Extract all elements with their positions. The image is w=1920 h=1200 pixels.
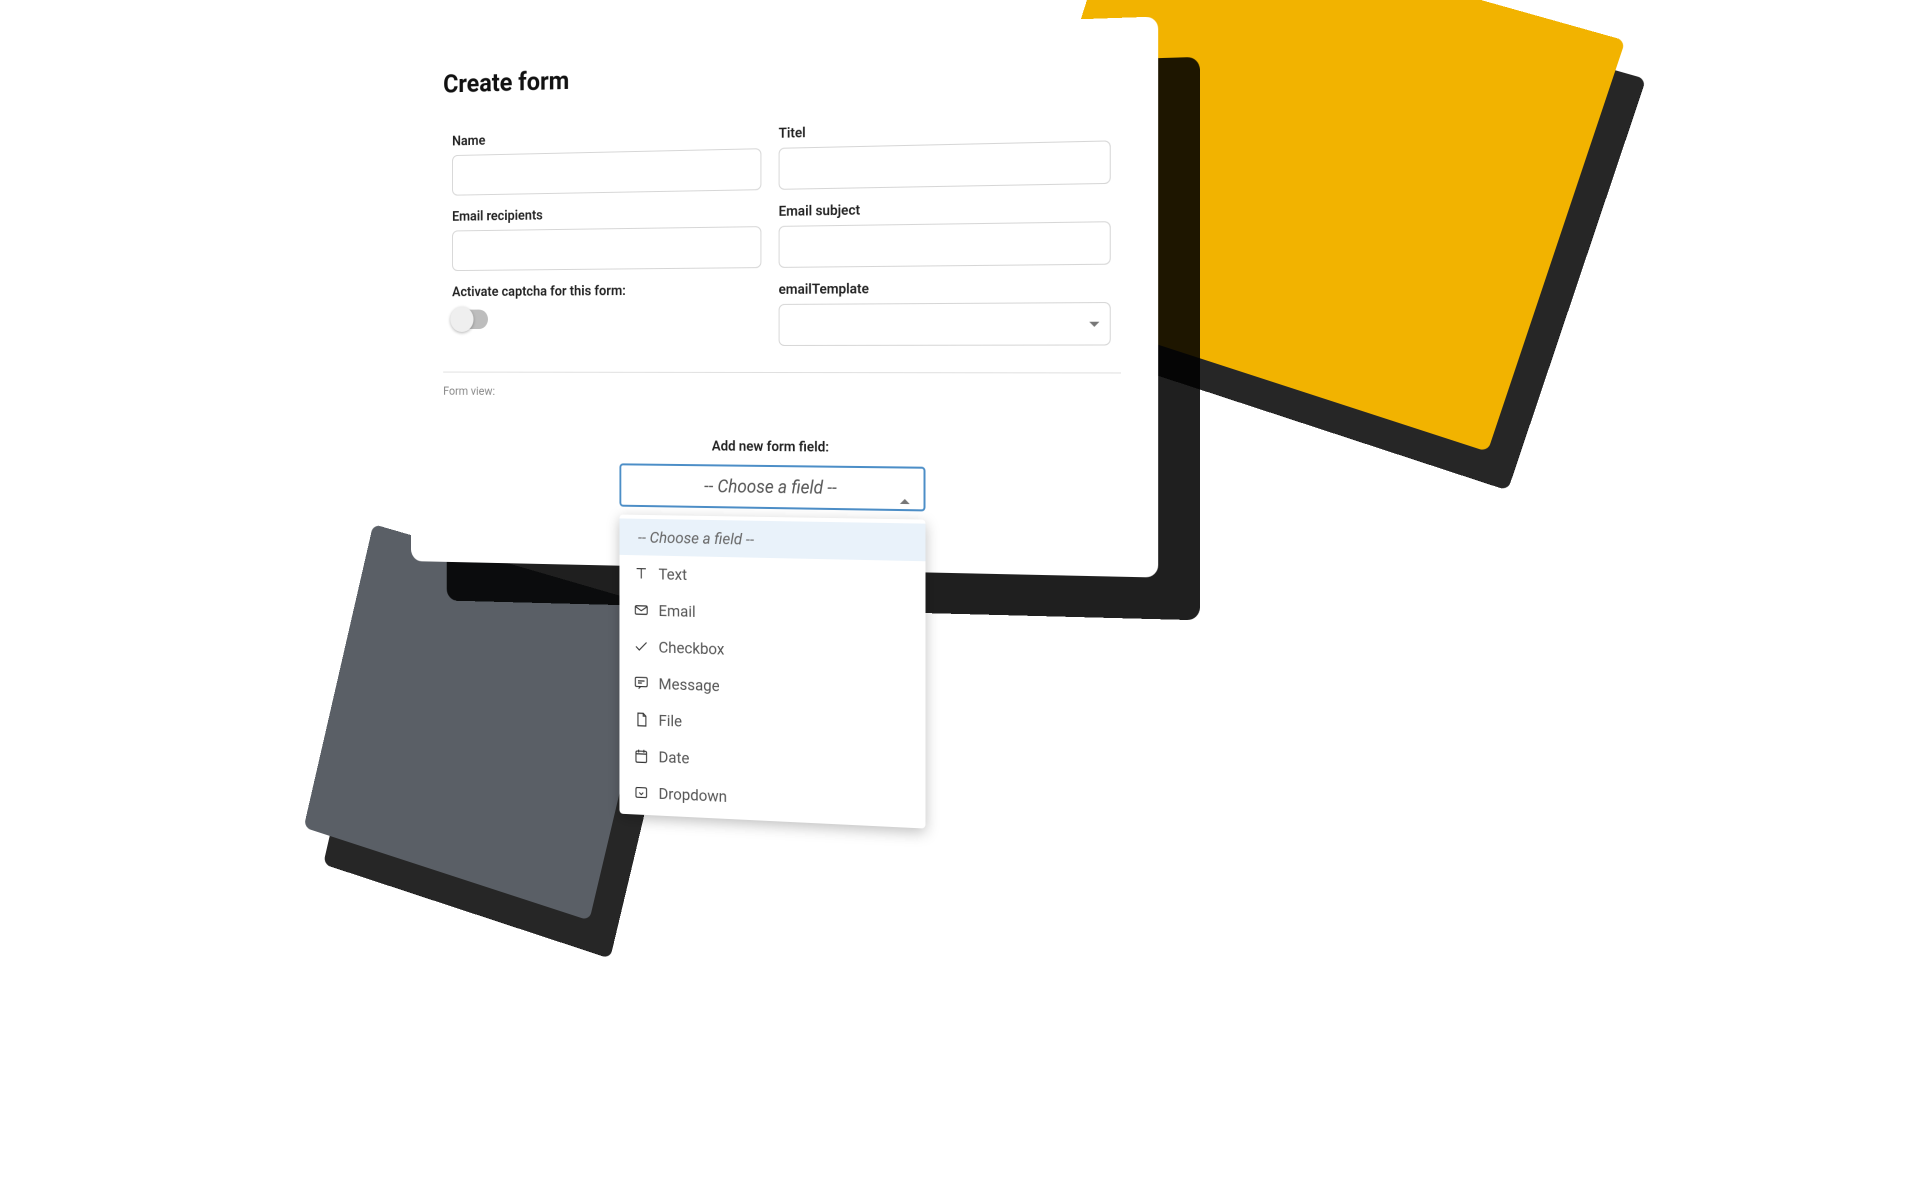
envelope-icon	[632, 601, 649, 619]
email-template-field-group: emailTemplate	[779, 279, 1111, 346]
file-icon	[632, 710, 649, 728]
chevron-down-icon	[1089, 321, 1099, 326]
choose-field-select[interactable]: -- Choose a field --	[619, 463, 925, 511]
name-field-group: Name	[452, 126, 761, 195]
email-recipients-input[interactable]	[452, 226, 761, 271]
dropdown-option-label: Checkbox	[658, 638, 724, 659]
add-field-label: Add new form field:	[443, 436, 1121, 458]
email-template-label: emailTemplate	[779, 279, 1111, 298]
decorative-gray-card	[304, 524, 664, 920]
section-divider	[443, 372, 1121, 374]
calendar-icon	[632, 747, 649, 765]
email-subject-field-group: Email subject	[779, 198, 1111, 268]
form-settings-grid: Name Titel Email recipients Email subjec…	[443, 117, 1121, 346]
captcha-field-group: Activate captcha for this form:	[452, 282, 761, 346]
dropdown-option-label: Email	[658, 601, 695, 621]
dropdown-option-label: Text	[658, 565, 687, 584]
email-recipients-field-group: Email recipients	[452, 204, 761, 271]
dropdown-option-placeholder[interactable]: -- Choose a field --	[619, 518, 925, 561]
dropdown-icon	[632, 783, 649, 802]
dropdown-option-label: Date	[658, 747, 689, 767]
message-icon	[632, 674, 649, 692]
check-icon	[632, 637, 649, 655]
dropdown-option-label: File	[658, 711, 682, 731]
email-recipients-label: Email recipients	[452, 204, 761, 225]
dropdown-option-label: Message	[658, 674, 719, 695]
name-input[interactable]	[452, 148, 761, 196]
create-form-panel: Create form Name Titel Email recipients …	[411, 16, 1158, 577]
choose-field-placeholder: -- Choose a field --	[704, 476, 837, 499]
titel-field-group: Titel	[779, 118, 1111, 190]
page-title: Create form	[443, 49, 1121, 99]
field-type-dropdown: -- Choose a field -- Text Email Checkbox…	[619, 515, 925, 829]
titel-input[interactable]	[779, 140, 1111, 189]
add-field-section: Add new form field: -- Choose a field --…	[443, 436, 1121, 514]
titel-label: Titel	[779, 118, 1111, 142]
captcha-label: Activate captcha for this form:	[452, 282, 761, 300]
text-icon	[632, 564, 649, 582]
name-label: Name	[452, 126, 761, 149]
dropdown-option-label: -- Choose a field --	[638, 528, 754, 549]
dropdown-option-label: Dropdown	[658, 784, 727, 806]
toggle-knob	[450, 307, 473, 332]
email-subject-input[interactable]	[779, 221, 1111, 268]
form-view-label: Form view:	[443, 384, 1121, 400]
email-subject-label: Email subject	[779, 198, 1111, 219]
captcha-toggle[interactable]	[452, 310, 488, 330]
chevron-up-icon	[900, 479, 910, 498]
email-template-select[interactable]	[779, 302, 1111, 346]
